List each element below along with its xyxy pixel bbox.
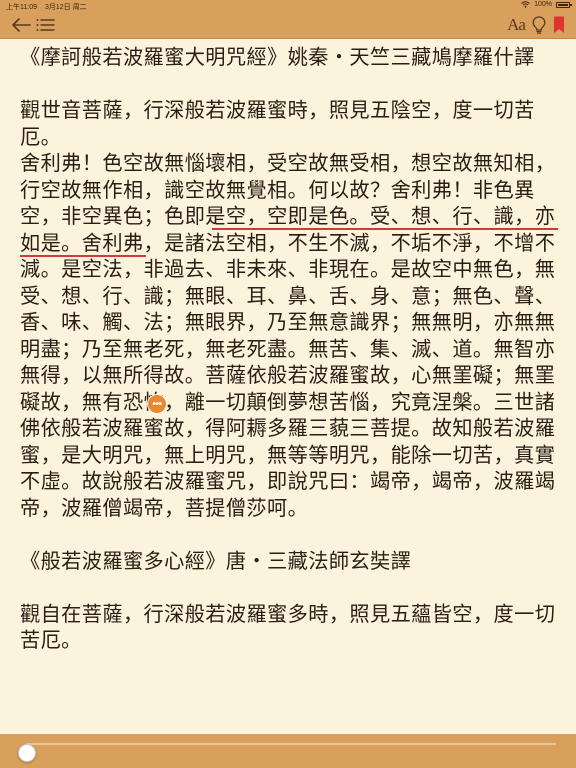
status-indicators: 100% bbox=[521, 1, 572, 8]
progress-bar-area bbox=[0, 734, 576, 768]
status-time: 上午11:09 bbox=[6, 4, 37, 11]
wifi-icon bbox=[521, 1, 530, 8]
sutra-title-2: 《般若波羅蜜多心經》唐・三藏法師玄奘譯 bbox=[20, 548, 412, 573]
table-of-contents-icon bbox=[36, 19, 55, 31]
back-arrow-icon bbox=[12, 18, 31, 32]
progress-slider-track[interactable] bbox=[18, 743, 556, 762]
status-date: 3月12日 周二 bbox=[44, 4, 87, 11]
progress-slider-thumb[interactable] bbox=[18, 744, 36, 762]
back-button[interactable] bbox=[10, 15, 32, 35]
battery-icon bbox=[556, 1, 572, 8]
bookmark-icon bbox=[554, 16, 564, 33]
highlight-underline bbox=[20, 254, 146, 257]
brightness-button[interactable] bbox=[530, 15, 548, 35]
sutra-paragraph-1: 觀世音菩薩，行深般若波羅蜜時，照見五陰空，度一切苦厄。 bbox=[20, 98, 535, 149]
reading-area[interactable]: 《摩訶般若波羅蜜大明咒經》姚秦・天竺三藏鳩摩羅什譯 觀世音菩薩，行深般若波羅蜜時… bbox=[20, 44, 560, 734]
bookmark-button[interactable] bbox=[552, 15, 566, 35]
sutra-paragraph-2-wrap: 舍利弗！色空故無惱壞相，受空故無受相，想空故無知相，行空故無作相，識空故無覺相。… bbox=[20, 150, 560, 521]
status-time-date: 上午11:09 3月12日 周二 bbox=[6, 2, 93, 12]
battery-percent: 100% bbox=[534, 1, 552, 8]
paragraph-2-suffix: 舍利弗，是諸法空相，不生不滅，不垢不淨，不增不減。是空法，非過去、非未來、非現在… bbox=[20, 230, 556, 520]
lightbulb-icon bbox=[532, 16, 546, 34]
font-settings-button[interactable]: Aa bbox=[504, 15, 528, 35]
highlight-underline bbox=[212, 228, 558, 230]
sutra-paragraph-2: 舍利弗！色空故無惱壞相，受空故無受相，想空故無知相，行空故無作相，識空故無覺相。… bbox=[20, 150, 560, 521]
sutra-title-1: 《摩訶般若波羅蜜大明咒經》姚秦・天竺三藏鳩摩羅什譯 bbox=[20, 45, 535, 69]
note-marker-icon[interactable]: ••• bbox=[148, 395, 166, 413]
reader-toolbar: Aa bbox=[0, 12, 576, 39]
toc-button[interactable] bbox=[34, 15, 56, 35]
sutra-paragraph-3: 觀自在菩薩，行深般若波羅蜜多時，照見五蘊皆空，度一切苦厄。 bbox=[20, 601, 556, 653]
status-bar: 上午11:09 3月12日 周二 100% bbox=[0, 0, 576, 12]
